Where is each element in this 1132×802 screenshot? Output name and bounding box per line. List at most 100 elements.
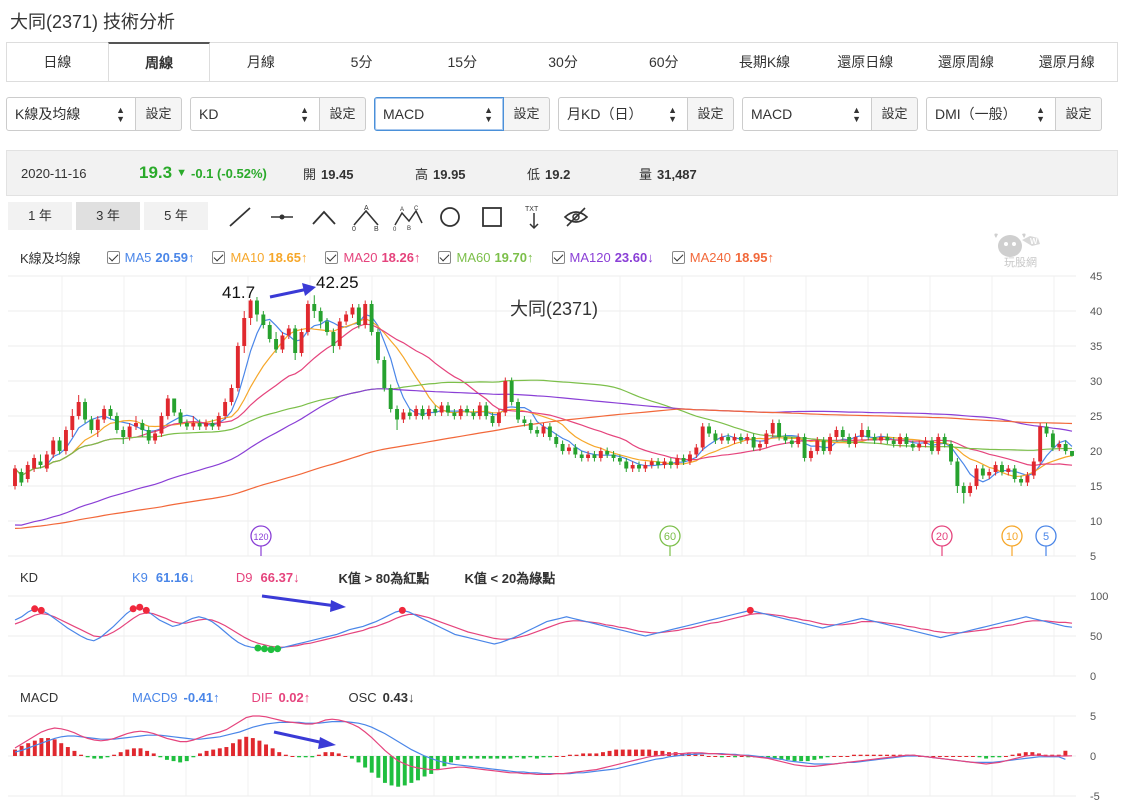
angle-tool-icon[interactable] bbox=[308, 202, 340, 232]
selector-group-0: K線及均線 ▲ ▼ 設定 bbox=[6, 97, 182, 131]
circle-tool-icon[interactable] bbox=[434, 202, 466, 232]
range-button-0[interactable]: 1 年 bbox=[8, 202, 72, 230]
candle-body bbox=[834, 430, 839, 437]
candle-body bbox=[242, 318, 247, 346]
kd-chart: 100 50 0 bbox=[8, 591, 1108, 683]
text-tool-icon[interactable]: TXT bbox=[518, 202, 550, 232]
abcd-wave-icon[interactable]: A C 0 B bbox=[392, 202, 424, 232]
overbought-dot bbox=[136, 603, 144, 611]
abc-wave-icon[interactable]: A 0 B bbox=[350, 202, 382, 232]
line-tool-icon[interactable] bbox=[224, 202, 256, 232]
osc-bar bbox=[131, 748, 136, 756]
y-tick-label: -5 bbox=[1090, 791, 1100, 802]
settings-button-3[interactable]: 設定 bbox=[688, 97, 734, 131]
candle-body bbox=[516, 402, 520, 420]
checkbox-icon[interactable] bbox=[438, 250, 452, 264]
checkbox-icon[interactable] bbox=[671, 250, 685, 264]
candle-body bbox=[1050, 433, 1055, 448]
osc-bar bbox=[363, 756, 368, 768]
candle-body bbox=[624, 461, 629, 469]
indicator-select-1[interactable]: KD ▲ ▼ bbox=[190, 97, 320, 131]
y-tick-label: 0 bbox=[1090, 751, 1096, 763]
indicator-select-2[interactable]: MACD ▲ ▼ bbox=[374, 97, 504, 131]
candle-body bbox=[987, 472, 992, 476]
osc-bar bbox=[39, 738, 44, 756]
ma-start-marker: 20 bbox=[931, 525, 953, 556]
candle-body bbox=[770, 423, 775, 434]
candle-body bbox=[598, 451, 603, 458]
tab-7[interactable]: 長期K線 bbox=[714, 42, 815, 81]
candle-body bbox=[197, 423, 202, 427]
range-button-1[interactable]: 3 年 bbox=[76, 202, 140, 230]
dif-value: 0.02↑ bbox=[278, 689, 311, 705]
candle-body bbox=[433, 409, 438, 413]
tab-10[interactable]: 還原月線 bbox=[1016, 42, 1118, 81]
osc-bar bbox=[449, 756, 453, 763]
osc-bar bbox=[548, 756, 553, 758]
candle-body bbox=[592, 454, 597, 458]
overbought-dot bbox=[31, 605, 39, 613]
checkbox-icon[interactable] bbox=[325, 250, 339, 264]
tab-9[interactable]: 還原周線 bbox=[915, 42, 1017, 81]
candle-body bbox=[961, 486, 966, 493]
candle-body bbox=[318, 311, 323, 322]
macd-legend-name: MACD bbox=[20, 689, 59, 705]
candle-body bbox=[1012, 468, 1017, 479]
osc-bar bbox=[627, 749, 632, 756]
osc-bar bbox=[224, 747, 229, 756]
rectangle-tool-icon[interactable] bbox=[476, 202, 508, 232]
osc-bar bbox=[105, 756, 110, 758]
tab-6[interactable]: 60分 bbox=[613, 42, 715, 81]
checkbox-icon[interactable] bbox=[106, 250, 120, 264]
tab-0[interactable]: 日線 bbox=[7, 42, 108, 81]
indicator-select-3[interactable]: 月KD（日） ▲ ▼ bbox=[558, 97, 688, 131]
osc-label: OSC bbox=[348, 689, 377, 705]
indicator-select-5[interactable]: DMI（一般） ▲ ▼ bbox=[926, 97, 1056, 131]
kd-legend: KD K9 61.16↓ D9 66.37↓ K值 > 80為紅點 K值 < 2… bbox=[20, 568, 555, 586]
candle-body bbox=[153, 433, 158, 441]
osc-bar bbox=[620, 749, 625, 756]
tab-3[interactable]: 5分 bbox=[311, 42, 412, 81]
tab-1[interactable]: 周線 bbox=[107, 42, 211, 81]
candle-body bbox=[471, 412, 476, 416]
quote-bar: 2020-11-16 19.3 ▼ -0.1 (-0.52%) 開 19.45 高… bbox=[6, 150, 1118, 196]
candle-body bbox=[159, 416, 164, 434]
hide-drawings-icon[interactable] bbox=[560, 202, 592, 232]
settings-button-4[interactable]: 設定 bbox=[872, 97, 918, 131]
checkbox-icon[interactable] bbox=[551, 250, 565, 264]
horizontal-segment-icon[interactable] bbox=[266, 202, 298, 232]
settings-button-5[interactable]: 設定 bbox=[1056, 97, 1102, 131]
candle-body bbox=[1031, 461, 1036, 476]
tab-2[interactable]: 月線 bbox=[210, 42, 312, 81]
candle-body bbox=[917, 444, 922, 448]
osc-bar bbox=[521, 756, 526, 759]
settings-button-2[interactable]: 設定 bbox=[504, 97, 550, 131]
candle-body bbox=[414, 409, 419, 416]
tab-5[interactable]: 30分 bbox=[512, 42, 614, 81]
candle-body bbox=[949, 444, 953, 462]
wantgoo-logo: W 玩股網 bbox=[990, 228, 1054, 269]
candle-body bbox=[375, 332, 380, 360]
osc-bar bbox=[151, 753, 156, 756]
candle-body bbox=[573, 447, 578, 455]
candle-body bbox=[407, 412, 412, 416]
tab-8[interactable]: 還原日線 bbox=[814, 42, 916, 81]
range-button-2[interactable]: 5 年 bbox=[144, 202, 208, 230]
osc-bar bbox=[581, 753, 586, 756]
candle-body bbox=[1044, 426, 1049, 434]
settings-button-0[interactable]: 設定 bbox=[136, 97, 182, 131]
osc-bar bbox=[79, 754, 84, 756]
candle-body bbox=[567, 447, 571, 451]
ma-legend-item-ma20: MA20 18.26↑ bbox=[325, 250, 420, 265]
y-tick-label: 5 bbox=[1090, 551, 1096, 563]
indicator-select-0[interactable]: K線及均線 ▲ ▼ bbox=[6, 97, 136, 131]
tab-4[interactable]: 15分 bbox=[411, 42, 513, 81]
checkbox-icon[interactable] bbox=[212, 250, 226, 264]
settings-button-1[interactable]: 設定 bbox=[320, 97, 366, 131]
candle-body bbox=[452, 412, 457, 416]
candle-body bbox=[694, 447, 699, 455]
page-title: 大同(2371) 技術分析 bbox=[10, 12, 176, 32]
indicator-select-4[interactable]: MACD ▲ ▼ bbox=[742, 97, 872, 131]
candle-body bbox=[51, 440, 56, 455]
osc-bar bbox=[112, 754, 117, 756]
